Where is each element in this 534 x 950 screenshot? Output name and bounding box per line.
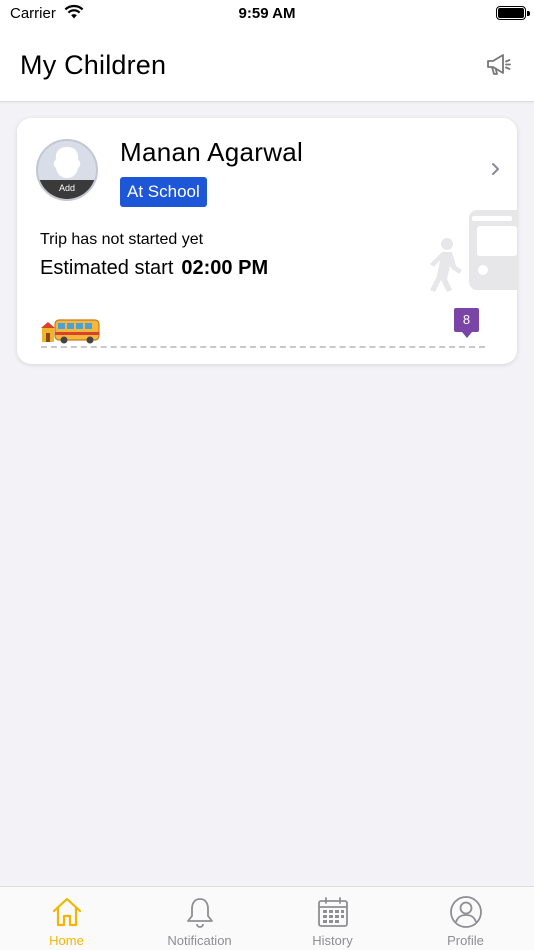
child-name: Manan Agarwal bbox=[120, 137, 304, 167]
clock: 9:59 AM bbox=[238, 5, 296, 22]
tab-profile-label: Profile bbox=[447, 933, 484, 948]
app-header: My Children bbox=[0, 30, 534, 102]
user-circle-icon bbox=[449, 896, 482, 928]
stop-marker[interactable]: 8 bbox=[454, 308, 479, 338]
estimated-start-label: Estimated start bbox=[40, 257, 174, 279]
tab-home[interactable]: Home bbox=[0, 887, 133, 950]
estimated-start-row: Estimated start 02:00 PM bbox=[40, 257, 268, 280]
route-line bbox=[41, 346, 485, 348]
tab-notification-label: Notification bbox=[167, 933, 232, 948]
tab-home-label: Home bbox=[49, 933, 84, 948]
page-title: My Children bbox=[20, 50, 167, 80]
tab-history[interactable]: History bbox=[266, 887, 399, 950]
status-badge: At School bbox=[120, 177, 207, 207]
tab-profile[interactable]: Profile bbox=[399, 887, 532, 950]
chevron-right-icon[interactable] bbox=[489, 158, 503, 185]
avatar[interactable]: Add bbox=[36, 139, 98, 201]
tab-notification[interactable]: Notification bbox=[133, 887, 266, 950]
estimated-start-time: 02:00 PM bbox=[181, 257, 269, 279]
tab-history-label: History bbox=[312, 933, 353, 948]
avatar-add-label[interactable]: Add bbox=[38, 180, 96, 199]
child-card[interactable]: Add Manan Agarwal At School Trip has not… bbox=[17, 118, 517, 364]
home-icon bbox=[52, 897, 81, 927]
calendar-icon bbox=[317, 897, 348, 927]
trip-status-text: Trip has not started yet bbox=[40, 231, 204, 248]
bell-icon bbox=[186, 898, 213, 928]
status-bar: Carrier 9:59 AM bbox=[0, 0, 534, 30]
battery-icon bbox=[496, 6, 530, 20]
tab-bar: Home Notification History Profile bbox=[0, 886, 534, 950]
megaphone-icon[interactable] bbox=[484, 50, 514, 80]
bus-stop-illustration-icon bbox=[425, 204, 517, 301]
school-bus-icon bbox=[39, 316, 101, 351]
